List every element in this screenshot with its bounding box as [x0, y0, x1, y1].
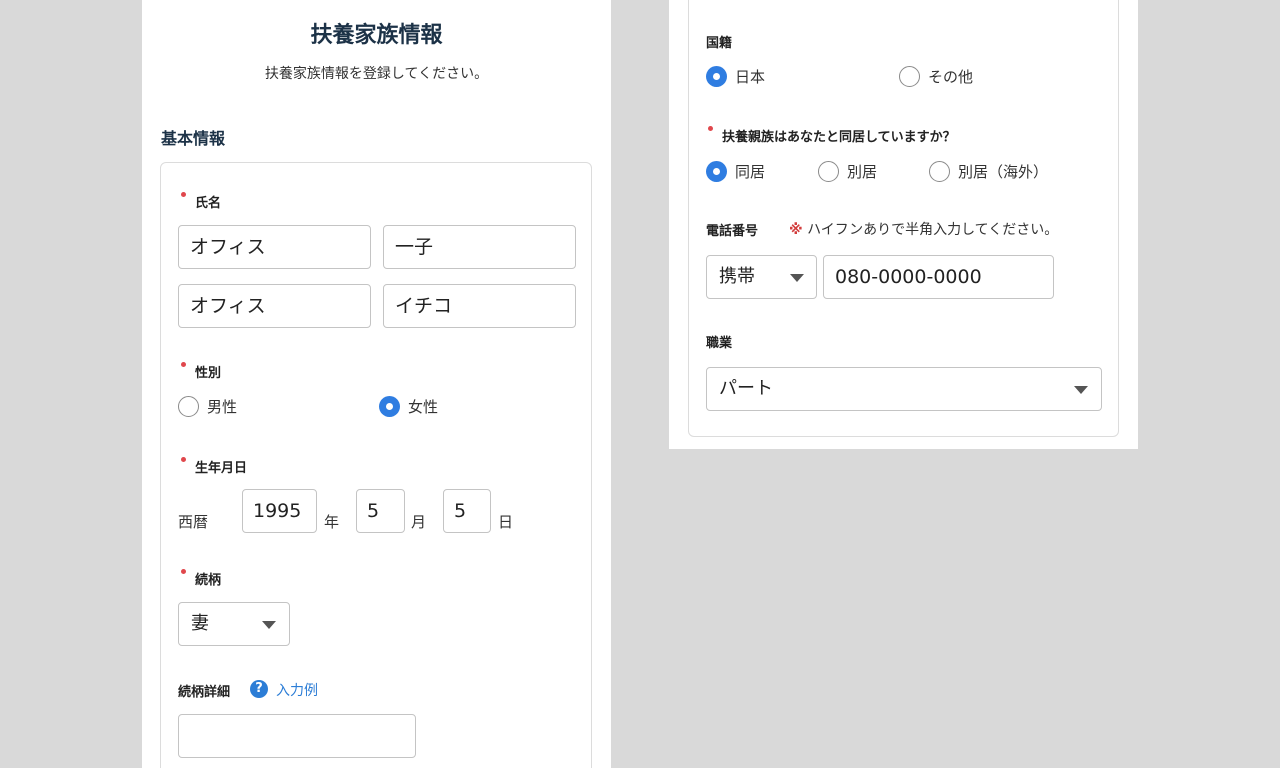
radio-checked-icon [706, 66, 727, 87]
occupation-value: パート [719, 378, 773, 399]
radio-label: 別居（海外） [958, 163, 1049, 181]
section-title-basic-info: 基本情報 [161, 129, 226, 148]
era-label: 西暦 [178, 513, 209, 531]
left-form-panel: 扶養家族情報 扶養家族情報を登録してください。 基本情報 氏名 オフィス 一子 … [142, 0, 611, 768]
note-mark: ※ [789, 222, 803, 238]
required-mark [181, 569, 186, 574]
chevron-down-icon [262, 621, 276, 629]
required-mark [708, 126, 713, 131]
phone-type-value: 携帯 [719, 266, 755, 287]
phone-label: 電話番号 [706, 224, 759, 239]
radio-label: その他 [928, 68, 974, 86]
last-name-kana-input[interactable]: オフィス [178, 284, 371, 328]
radio-checked-icon [706, 161, 727, 182]
relationship-detail-label: 続柄詳細 [178, 685, 231, 700]
page-subtitle: 扶養家族情報を登録してください。 [264, 66, 489, 82]
chevron-down-icon [790, 274, 804, 282]
birth-year-input[interactable]: 1995 [242, 489, 317, 533]
cohabitation-radio-together[interactable]: 同居 [706, 161, 765, 182]
day-unit: 日 [498, 513, 514, 531]
year-unit: 年 [324, 513, 340, 531]
radio-unchecked-icon [178, 396, 199, 417]
radio-label: 同居 [735, 163, 766, 181]
first-name-kana-input[interactable]: イチコ [383, 284, 576, 328]
radio-checked-icon [379, 396, 400, 417]
required-mark [181, 192, 186, 197]
phone-hint-text: ハイフンありで半角入力してください。 [807, 222, 1059, 238]
relationship-select[interactable]: 妻 [178, 602, 290, 646]
birth-month-input[interactable]: 5 [356, 489, 405, 533]
gender-radio-male[interactable]: 男性 [178, 396, 237, 417]
basic-info-card: 氏名 オフィス 一子 オフィス イチコ 性別 男性 女性 生年月日 西暦 199… [160, 162, 592, 768]
nationality-label: 国籍 [706, 36, 733, 51]
relationship-select-value: 妻 [191, 613, 209, 634]
gender-radio-female[interactable]: 女性 [379, 396, 438, 417]
cohabitation-label: 扶養親族はあなたと同居していますか？ [722, 130, 956, 145]
gender-label: 性別 [195, 366, 222, 381]
radio-label: 日本 [735, 68, 766, 86]
birth-day-input[interactable]: 5 [443, 489, 491, 533]
nationality-radio-japan[interactable]: 日本 [706, 66, 765, 87]
page-title: 扶養家族情報 [310, 23, 443, 48]
relationship-detail-input[interactable] [178, 714, 416, 758]
name-label: 氏名 [195, 196, 222, 211]
relationship-label: 続柄 [195, 573, 222, 588]
phone-hint: ※ ハイフンありで半角入力してください。 [789, 219, 1058, 239]
first-name-input[interactable]: 一子 [383, 225, 576, 269]
radio-label: 女性 [408, 398, 439, 416]
required-mark [181, 362, 186, 367]
help-icon[interactable]: ? [250, 680, 268, 698]
right-form-panel: 国籍 日本 その他 扶養親族はあなたと同居していますか？ 同居 別居 別居（海外… [669, 0, 1138, 449]
additional-info-card: 国籍 日本 その他 扶養親族はあなたと同居していますか？ 同居 別居 別居（海外… [688, 0, 1119, 437]
last-name-input[interactable]: オフィス [178, 225, 371, 269]
occupation-label: 職業 [706, 336, 733, 351]
required-mark [181, 457, 186, 462]
phone-number-input[interactable]: 080-0000-0000 [823, 255, 1054, 299]
phone-type-select[interactable]: 携帯 [706, 255, 817, 299]
cohabitation-radio-separate[interactable]: 別居 [818, 161, 877, 182]
radio-unchecked-icon [899, 66, 920, 87]
radio-label: 別居 [847, 163, 878, 181]
cohabitation-radio-overseas[interactable]: 別居（海外） [929, 161, 1048, 182]
chevron-down-icon [1074, 386, 1088, 394]
month-unit: 月 [411, 513, 427, 531]
example-link[interactable]: 入力例 [276, 680, 318, 700]
radio-unchecked-icon [929, 161, 950, 182]
birthdate-label: 生年月日 [195, 461, 248, 476]
nationality-radio-other[interactable]: その他 [899, 66, 973, 87]
radio-unchecked-icon [818, 161, 839, 182]
radio-label: 男性 [207, 398, 238, 416]
occupation-select[interactable]: パート [706, 367, 1102, 411]
